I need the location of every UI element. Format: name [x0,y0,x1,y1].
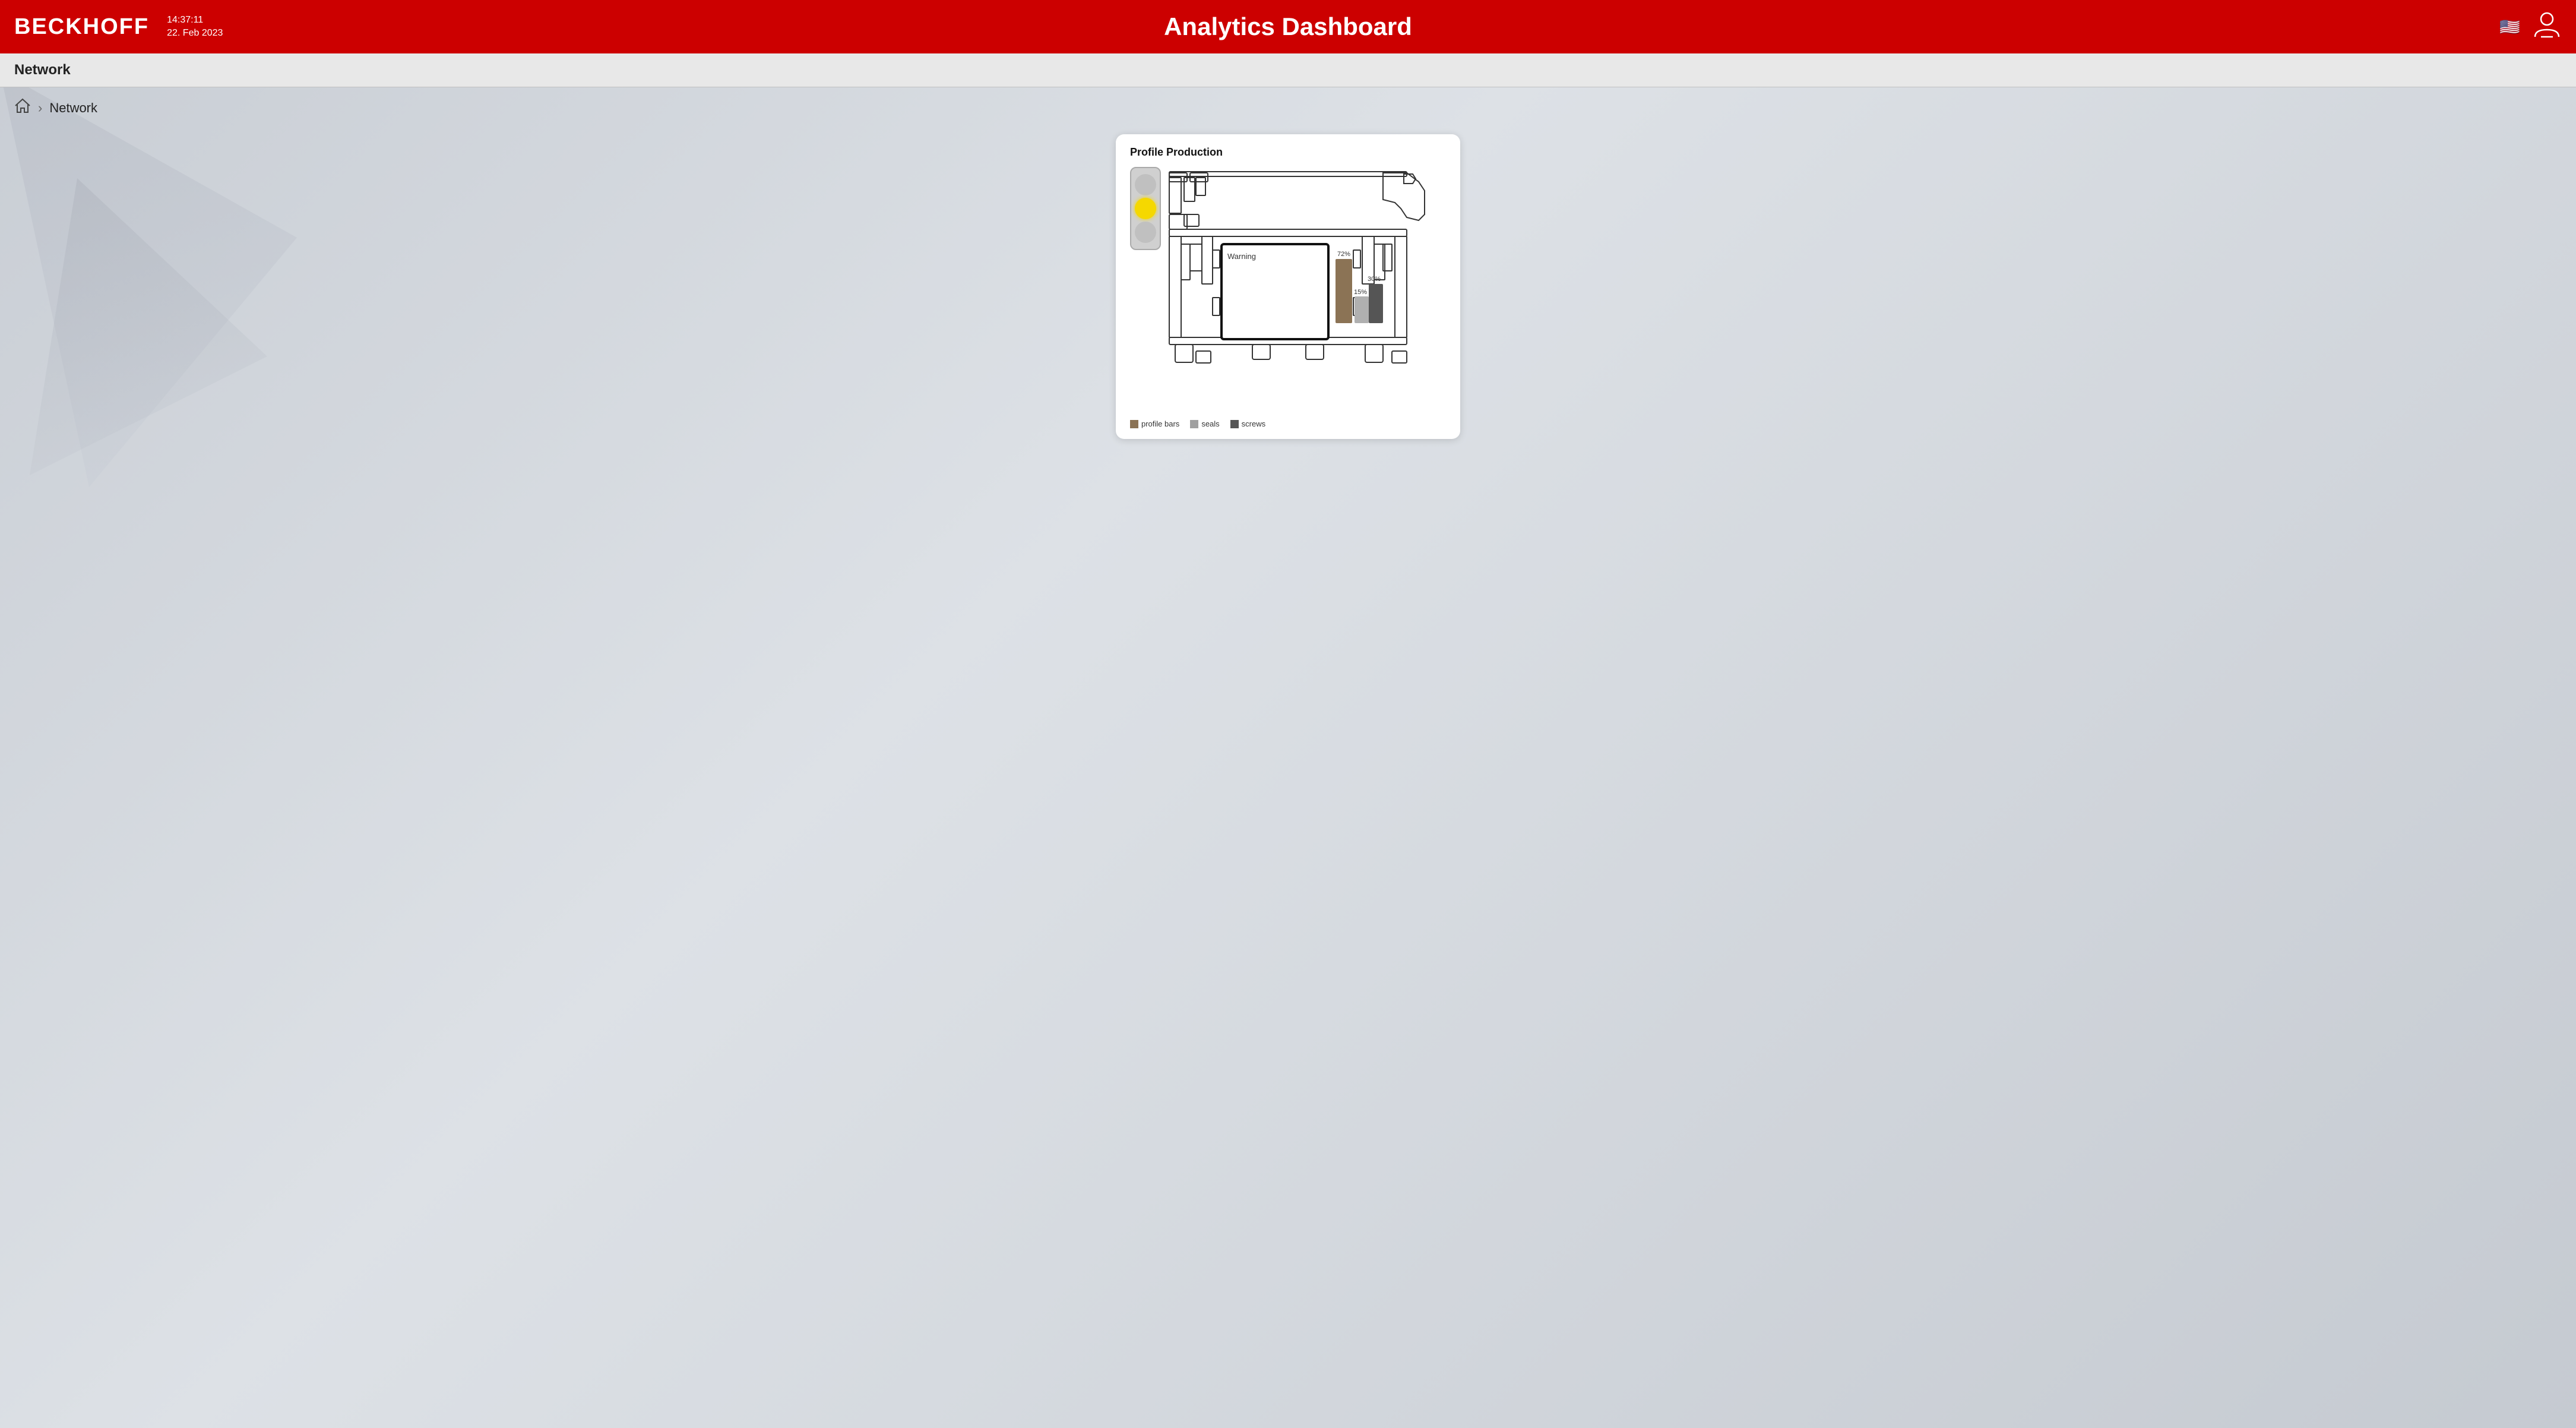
breadcrumb-separator: › [38,100,42,116]
legend-item-profile-bars: profile bars [1130,419,1179,428]
bar-label-seals: 15% [1354,289,1367,296]
warning-label: Warning [1227,252,1256,261]
bar-screws [1369,284,1383,323]
profile-cross-section: Warning 72% 15% 30% [1130,167,1446,405]
traffic-light [1130,167,1161,250]
bar-label-screws: 30% [1368,276,1381,283]
date-display: 22. Feb 2023 [167,27,223,40]
sub-header: Network [0,53,2576,87]
logo: BECKHOFF [14,14,149,40]
bar-label-profile-bars: 72% [1337,251,1350,258]
main-content: Profile Production [0,128,2576,451]
datetime: 14:37:11 22. Feb 2023 [167,14,223,40]
page-title: Analytics Dashboard [1164,12,1412,41]
header-right: 🇺🇸 [2499,10,2562,44]
flag-icon: 🇺🇸 [2499,17,2520,37]
user-icon[interactable] [2532,10,2562,44]
legend-swatch-seals [1190,420,1198,428]
header: BECKHOFF 14:37:11 22. Feb 2023 Analytics… [0,0,2576,53]
legend-label-seals: seals [1201,419,1219,428]
legend-label-profile-bars: profile bars [1141,419,1179,428]
traffic-light-green [1135,222,1156,243]
traffic-light-yellow [1135,198,1156,219]
sub-header-title: Network [14,62,71,78]
bar-profile-bars [1336,259,1352,323]
bar-seals [1355,296,1369,323]
time-display: 14:37:11 [167,14,223,27]
card-title: Profile Production [1130,146,1446,159]
legend-label-screws: screws [1242,419,1265,428]
traffic-light-red [1135,174,1156,195]
profile-production-card: Profile Production [1116,134,1460,439]
legend: profile bars seals screws [1130,415,1446,428]
home-icon[interactable] [14,98,31,118]
legend-item-seals: seals [1190,419,1219,428]
legend-swatch-profile-bars [1130,420,1138,428]
breadcrumb-current: Network [49,100,97,116]
breadcrumb: › Network [0,87,2576,128]
legend-swatch-screws [1230,420,1239,428]
legend-item-screws: screws [1230,419,1265,428]
